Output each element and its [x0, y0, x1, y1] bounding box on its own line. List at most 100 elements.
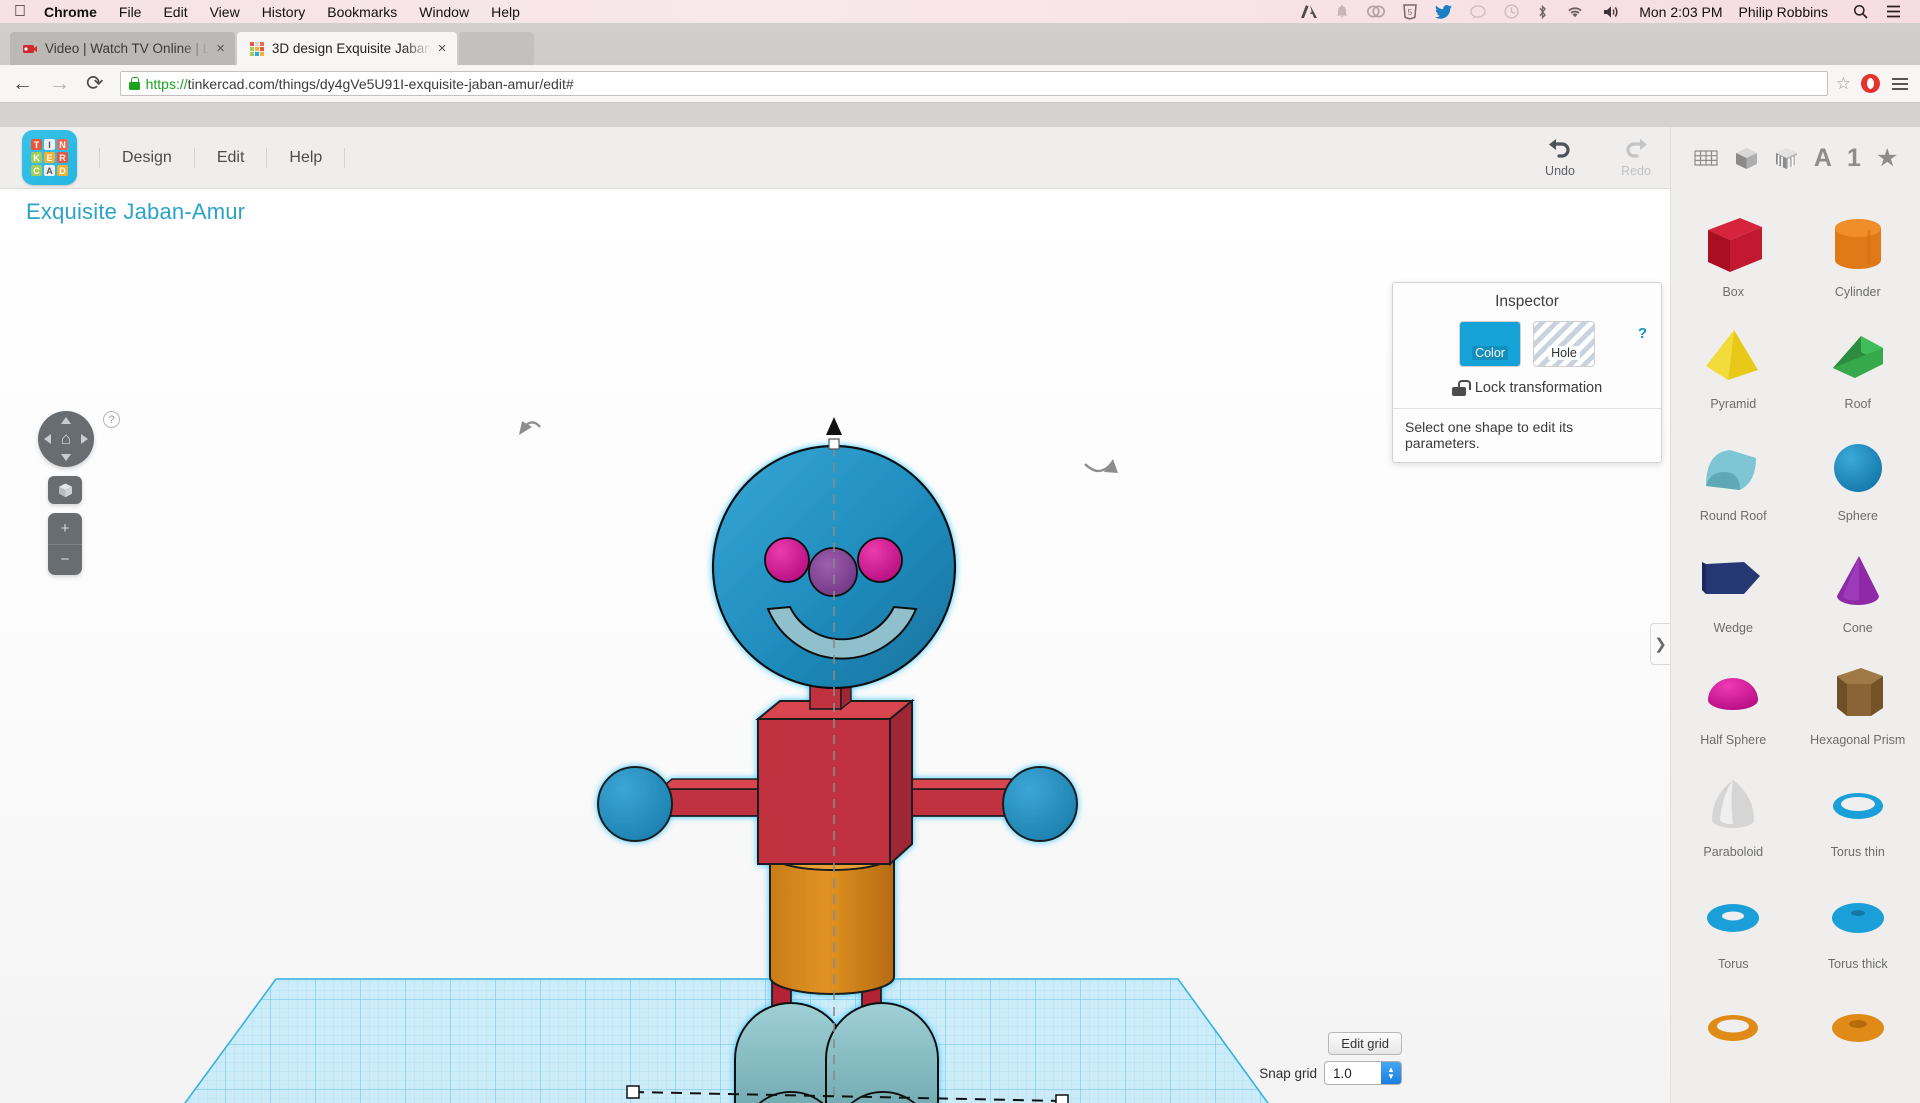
browser-tab-tinkercad[interactable]: 3D design Exquisite Jaban × [237, 32, 457, 65]
menu-design[interactable]: Design [99, 148, 195, 168]
html5-icon[interactable]: 5 [1403, 4, 1417, 20]
sphere-shape-icon [1796, 433, 1920, 505]
shape-item-sphere[interactable]: Sphere [1796, 423, 1920, 535]
star-icon[interactable]: ☆ [1836, 74, 1851, 94]
shape-item-torus[interactable]: Torus [1671, 871, 1796, 983]
number-one-icon[interactable]: 1 [1847, 144, 1861, 173]
menu-view[interactable]: View [210, 4, 240, 20]
logo-letter: K [31, 152, 42, 163]
menu-edit[interactable]: Edit [195, 148, 268, 168]
reload-button[interactable]: ⟳ [86, 73, 104, 94]
snap-grid-value[interactable]: 1.0 [1325, 1062, 1381, 1084]
shape-item-paraboloid[interactable]: Paraboloid [1671, 759, 1796, 871]
striped-cube-icon[interactable] [1774, 146, 1799, 171]
shape-item-orange-torus-thin[interactable] [1671, 983, 1796, 1081]
shape-item-roof[interactable]: Roof [1796, 311, 1920, 423]
chat-bubble-icon[interactable] [1470, 5, 1486, 19]
apple-logo-icon[interactable]:  [14, 4, 26, 20]
pan-down-icon[interactable] [61, 454, 71, 461]
workplane-grid-icon[interactable] [1693, 147, 1719, 169]
shape-item-torus-thick[interactable]: Torus thick [1796, 871, 1920, 983]
undo-button[interactable]: Undo [1522, 134, 1598, 182]
color-swatch-button[interactable]: Color [1459, 321, 1521, 367]
snap-grid-stepper[interactable]: 1.0 ▲▼ [1324, 1061, 1402, 1085]
tinkercad-logo[interactable]: T I N K E R C A D [22, 130, 77, 185]
snap-grid-row: Snap grid 1.0 ▲▼ [1259, 1061, 1402, 1085]
browser-tab-video[interactable]: Video | Watch TV Online | L × [10, 32, 235, 65]
bell-icon[interactable] [1335, 4, 1349, 19]
zoom-controls[interactable]: + − [48, 513, 82, 575]
shape-item-cone[interactable]: Cone [1796, 535, 1920, 647]
pan-right-icon[interactable] [81, 434, 88, 444]
torus-shape-icon [1671, 881, 1796, 953]
list-menu-icon[interactable] [1886, 5, 1901, 18]
menu-help[interactable]: Help [267, 148, 345, 168]
menu-window[interactable]: Window [419, 4, 469, 20]
menu-bar-username[interactable]: Philip Robbins [1739, 4, 1829, 20]
menu-bookmarks[interactable]: Bookmarks [327, 4, 397, 20]
time-machine-icon[interactable] [1504, 4, 1519, 19]
redo-button[interactable]: Redo [1598, 134, 1674, 182]
menu-chrome[interactable]: Chrome [44, 4, 97, 20]
menu-file[interactable]: File [119, 4, 142, 20]
zoom-out-button[interactable]: − [48, 545, 82, 576]
collapse-palette-button[interactable]: ❯ [1650, 623, 1670, 665]
zoom-in-button[interactable]: + [48, 513, 82, 545]
shape-item-hexagonal-prism[interactable]: Hexagonal Prism [1796, 647, 1920, 759]
home-view-icon[interactable]: ⌂ [61, 429, 71, 449]
search-icon[interactable] [1853, 4, 1868, 19]
volume-icon[interactable] [1602, 5, 1620, 19]
twitter-icon[interactable] [1435, 5, 1452, 19]
shape-item-cylinder[interactable]: Cylinder [1796, 199, 1920, 311]
shape-item-orange-torus-thick[interactable] [1796, 983, 1920, 1081]
solid-cube-icon[interactable] [1734, 146, 1759, 171]
menu-history[interactable]: History [262, 4, 306, 20]
lock-transformation-row[interactable]: Lock transformation [1393, 367, 1661, 409]
palette-tab-bar: A 1 ★ [1670, 127, 1920, 189]
undo-arrow-icon [1522, 134, 1598, 164]
back-button[interactable]: ← [12, 73, 33, 94]
menu-edit[interactable]: Edit [163, 4, 187, 20]
tinkercad-app: ⌂ + − ? Edit grid S [0, 127, 1920, 1103]
tinkercad-favicon [249, 41, 265, 57]
close-tab-icon[interactable]: × [216, 41, 225, 56]
shape-item-half-sphere[interactable]: Half Sphere [1671, 647, 1796, 759]
view-home-pad[interactable]: ⌂ [38, 411, 94, 467]
shape-item-torus-thin[interactable]: Torus thin [1796, 759, 1920, 871]
fit-to-view-button[interactable] [48, 476, 82, 504]
shape-item-pyramid[interactable]: Pyramid [1671, 311, 1796, 423]
view-navigation-widget[interactable]: ⌂ + − [38, 411, 94, 575]
creative-cloud-icon[interactable] [1367, 4, 1385, 19]
undo-label: Undo [1545, 164, 1575, 178]
inspector-swatch-row: Color Hole ? [1393, 317, 1661, 367]
close-tab-icon[interactable]: × [438, 41, 447, 56]
adobe-a-icon[interactable] [1301, 4, 1317, 19]
page-title[interactable]: Exquisite Jaban-Amur [26, 199, 245, 225]
hamburger-menu-icon[interactable] [1892, 78, 1908, 90]
forward-button[interactable]: → [49, 73, 70, 94]
viewport-help-icon[interactable]: ? [103, 411, 120, 428]
pan-up-icon[interactable] [61, 417, 71, 424]
bluetooth-icon[interactable] [1537, 4, 1548, 20]
edit-grid-button[interactable]: Edit grid [1328, 1032, 1402, 1055]
shape-item-wedge[interactable]: Wedge [1671, 535, 1796, 647]
opera-extension-icon[interactable] [1861, 74, 1880, 93]
wifi-icon[interactable] [1566, 5, 1584, 19]
shape-palette[interactable]: Box Cylinder Pyramid Roof [1670, 189, 1920, 1103]
hole-swatch-button[interactable]: Hole [1533, 321, 1595, 367]
star-icon[interactable]: ★ [1876, 143, 1898, 173]
shape-label: Cone [1796, 621, 1920, 635]
new-tab-button[interactable] [459, 32, 534, 65]
shape-item-box[interactable]: Box [1671, 199, 1796, 311]
logo-letter: R [57, 152, 68, 163]
menu-help[interactable]: Help [491, 4, 520, 20]
grid-controls: Edit grid Snap grid 1.0 ▲▼ [1259, 1032, 1402, 1085]
menu-bar-clock[interactable]: Mon 2:03 PM [1639, 4, 1722, 20]
logo-letter: D [57, 165, 68, 176]
shape-item-round-roof[interactable]: Round Roof [1671, 423, 1796, 535]
pan-left-icon[interactable] [44, 434, 51, 444]
letter-a-icon[interactable]: A [1814, 144, 1832, 173]
address-bar[interactable]: https:// tinkercad.com/things/dy4gVe5U91… [120, 71, 1828, 96]
inspector-help-icon[interactable]: ? [1638, 325, 1647, 342]
stepper-up-down-icon[interactable]: ▲▼ [1381, 1062, 1401, 1084]
